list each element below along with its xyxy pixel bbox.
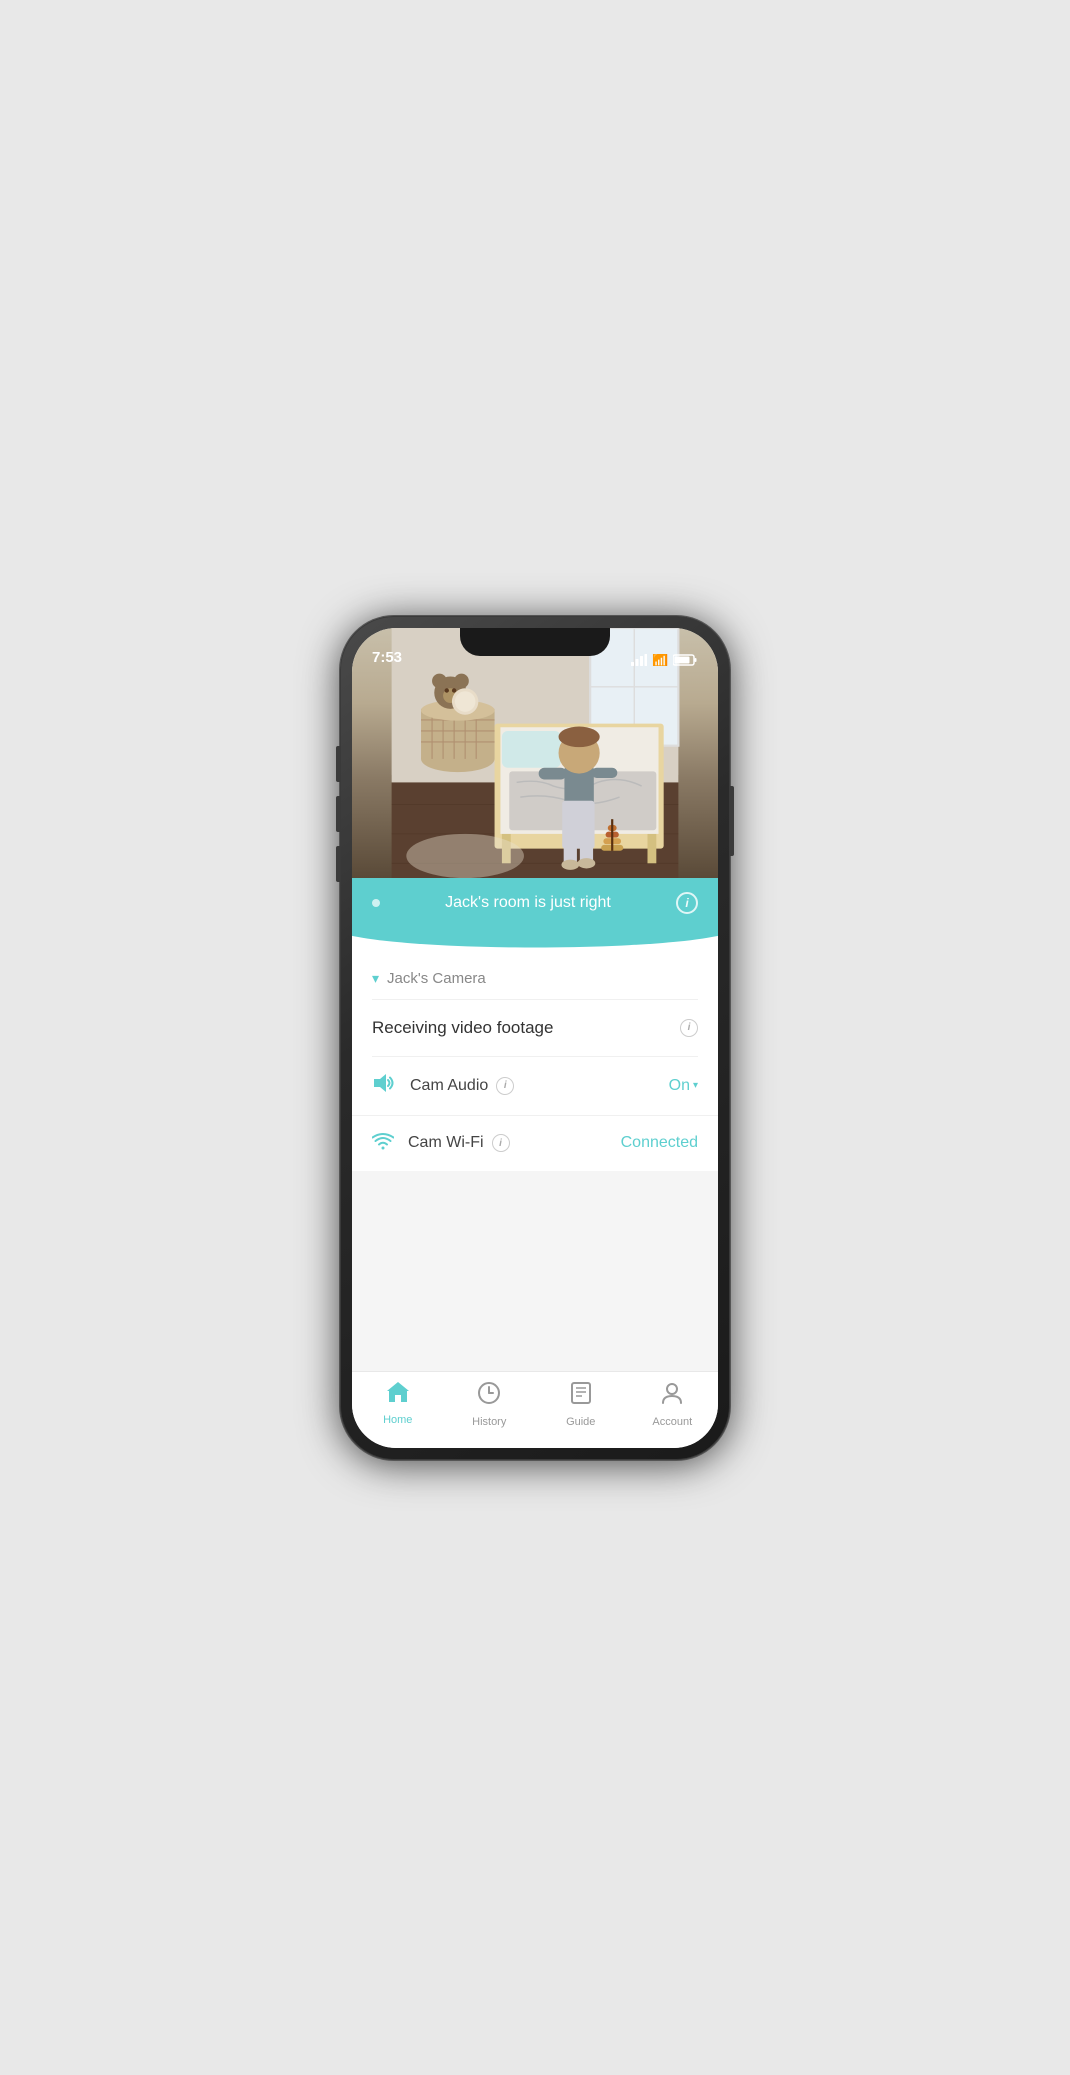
gray-content-area bbox=[352, 1171, 718, 1371]
cam-audio-label: Cam Audio i bbox=[410, 1077, 655, 1095]
status-banner: Jack's room is just right i bbox=[352, 878, 718, 928]
info-circle-video[interactable]: i bbox=[680, 1019, 698, 1037]
guide-icon bbox=[568, 1380, 594, 1412]
tab-home-label: Home bbox=[383, 1414, 412, 1426]
tab-guide-label: Guide bbox=[566, 1416, 595, 1428]
content-area: ▾ Jack's Camera Receiving video footage … bbox=[352, 928, 718, 1171]
notch bbox=[460, 628, 610, 656]
status-banner-text: Jack's room is just right bbox=[380, 894, 676, 912]
status-time: 7:53 bbox=[372, 649, 402, 666]
cam-audio-value[interactable]: On ▾ bbox=[669, 1077, 698, 1095]
tab-account-label: Account bbox=[652, 1416, 692, 1428]
home-icon bbox=[385, 1380, 411, 1410]
cam-wifi-value: Connected bbox=[621, 1134, 698, 1152]
phone-frame: 7:53 📶 bbox=[340, 616, 730, 1460]
chevron-down-icon: ▾ bbox=[372, 970, 379, 987]
status-icons: 📶 bbox=[631, 654, 698, 666]
camera-header[interactable]: ▾ Jack's Camera bbox=[352, 958, 718, 999]
signal-icon bbox=[631, 654, 647, 666]
info-circle-audio[interactable]: i bbox=[496, 1077, 514, 1095]
tab-account[interactable]: Account bbox=[627, 1380, 719, 1428]
camera-name-label: Jack's Camera bbox=[387, 970, 486, 987]
tab-history-label: History bbox=[472, 1416, 506, 1428]
battery-icon bbox=[673, 654, 698, 666]
dropdown-arrow-audio: ▾ bbox=[693, 1080, 698, 1091]
tab-guide[interactable]: Guide bbox=[535, 1380, 627, 1428]
phone-screen: 7:53 📶 bbox=[352, 628, 718, 1448]
account-icon bbox=[659, 1380, 685, 1412]
cam-wifi-label: Cam Wi-Fi i bbox=[408, 1134, 607, 1152]
wifi-icon bbox=[372, 1132, 394, 1155]
tab-home[interactable]: Home bbox=[352, 1380, 444, 1428]
wifi-status-icon: 📶 bbox=[652, 654, 668, 666]
tab-bar: Home History bbox=[352, 1371, 718, 1448]
info-circle-wifi[interactable]: i bbox=[492, 1134, 510, 1152]
cam-audio-row: Cam Audio i On ▾ bbox=[352, 1057, 718, 1115]
status-dot bbox=[372, 899, 380, 907]
info-circle-banner[interactable]: i bbox=[676, 892, 698, 914]
video-status-right: i bbox=[680, 1019, 698, 1037]
svg-text:📶: 📶 bbox=[652, 654, 668, 666]
video-status-label: Receiving video footage bbox=[372, 1018, 553, 1038]
history-icon bbox=[476, 1380, 502, 1412]
speaker-icon bbox=[372, 1073, 396, 1099]
video-status-row: Receiving video footage i bbox=[352, 1000, 718, 1056]
screen-content: Jack's room is just right i ▾ Jack's Cam… bbox=[352, 628, 718, 1448]
tab-history[interactable]: History bbox=[444, 1380, 536, 1428]
cam-wifi-row: Cam Wi-Fi i Connected bbox=[352, 1115, 718, 1171]
